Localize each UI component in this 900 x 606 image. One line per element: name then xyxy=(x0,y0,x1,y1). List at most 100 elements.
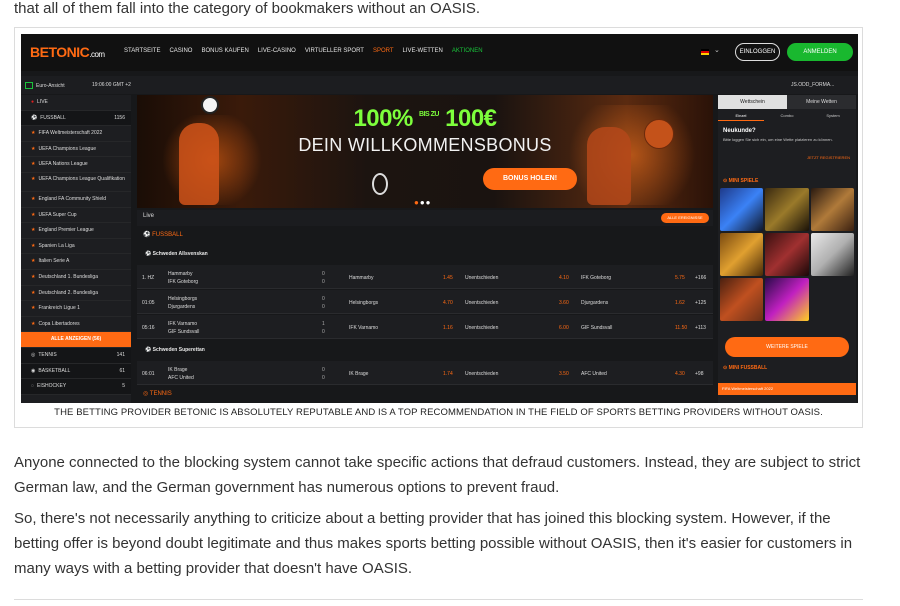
odds-button[interactable]: 1.45 xyxy=(443,275,453,281)
odds-format-select[interactable]: JS.ODD_FORMA... xyxy=(791,82,834,88)
betslip-panel: Wettschein Meine Wetten Einzel Combo Sys… xyxy=(718,95,856,403)
star-icon: ★ xyxy=(31,227,36,234)
new-customer-title: Neukunde? xyxy=(723,128,756,134)
sidebar-item-eishockey[interactable]: ◌ EISHOCKEY 5 xyxy=(21,379,131,395)
game-tile[interactable] xyxy=(765,233,809,276)
game-tile[interactable] xyxy=(810,278,854,321)
odds-button[interactable]: 1.62 xyxy=(675,300,685,306)
tab-einzel[interactable]: Einzel xyxy=(718,111,764,121)
more-games-button[interactable]: WEITERE SPIELE xyxy=(725,337,849,357)
game-tile[interactable] xyxy=(720,188,764,231)
sidebar-item-live[interactable]: ● LIVE xyxy=(21,95,131,111)
german-flag-icon[interactable] xyxy=(701,49,709,55)
section-fussball: ⚽ FUSSBALL xyxy=(143,232,183,238)
odds-button[interactable]: 5.75 xyxy=(675,275,685,281)
nav-virtueller-sport[interactable]: VIRTUELLER SPORT xyxy=(305,48,364,54)
more-markets[interactable]: +113 xyxy=(695,325,706,331)
clock: 19:06:00 GMT +2 xyxy=(92,82,131,88)
match-row[interactable]: 01:05 Helsingborgs Djurgardens 00 Helsing… xyxy=(137,290,713,314)
divider xyxy=(14,599,863,600)
nav-casino[interactable]: CASINO xyxy=(169,48,192,54)
intro-line: that all of them fall into the category … xyxy=(14,0,481,17)
mini-football-heading: ⊙ MINI FUSSBALL xyxy=(723,365,768,371)
register-button[interactable]: ANMELDEN xyxy=(787,43,853,61)
tab-system[interactable]: System xyxy=(810,111,856,121)
sidebar-item-league[interactable]: ★ Deutschland 1. Bundesliga xyxy=(21,270,131,286)
nav-bonus-kaufen[interactable]: BONUS KAUFEN xyxy=(201,48,248,54)
welcome-bonus-banner[interactable]: 100% BIS ZU 100€ DEIN WILLKOMMENSBONUS B… xyxy=(137,95,713,208)
sidebar-item-league[interactable]: ★ UEFA Champions League xyxy=(21,142,131,158)
sidebar-item-basketball[interactable]: ◉ BASKETBALL 61 xyxy=(21,363,131,380)
all-events-button[interactable]: ALLE EREIGNISSE xyxy=(661,213,709,223)
sidebar-item-tennis[interactable]: ◎ TENNIS 141 xyxy=(21,347,131,364)
top-navigation: BETONIC.com STARTSEITE CASINO BONUS KAUF… xyxy=(21,34,858,71)
nav-startseite[interactable]: STARTSEITE xyxy=(124,48,160,54)
hockey-icon: ◌ xyxy=(31,383,34,390)
wm-bar[interactable]: FIFA Weltmeisterschaft 2022 xyxy=(718,383,856,395)
game-tile[interactable] xyxy=(720,233,764,276)
sidebar-item-league[interactable]: ★ Deutschland 2. Bundesliga xyxy=(21,286,131,302)
show-all-button[interactable]: ALLE ANZEIGEN (56) xyxy=(21,332,131,348)
star-icon: ★ xyxy=(31,320,36,327)
sidebar-item-league[interactable]: ★ Copa Libertadores xyxy=(21,317,131,333)
nav-live-wetten[interactable]: LIVE-WETTEN xyxy=(403,48,443,54)
register-now-link[interactable]: JETZT REGISTRIEREN xyxy=(807,155,850,160)
game-tile[interactable] xyxy=(765,188,809,231)
tab-meine-wetten[interactable]: Meine Wetten xyxy=(787,95,856,109)
bonus-holen-button[interactable]: BONUS HOLEN! xyxy=(483,168,577,190)
league-header[interactable]: ⚽ Schweden Superettan xyxy=(137,342,713,358)
sidebar-item-league[interactable]: ★ Frankreich Ligue 1 xyxy=(21,301,131,317)
odds-button[interactable]: 1.16 xyxy=(443,325,453,331)
tennis-icon: ◎ xyxy=(31,351,36,358)
more-markets[interactable]: +125 xyxy=(695,300,706,306)
nav-aktionen[interactable]: AKTIONEN xyxy=(452,48,483,54)
section-tennis: ◎ TENNIS xyxy=(143,391,172,397)
tab-combo[interactable]: Combo xyxy=(764,111,810,121)
odds-button[interactable]: 4.70 xyxy=(443,300,453,306)
game-tile[interactable] xyxy=(765,278,809,321)
odds-button[interactable]: 3.50 xyxy=(559,371,569,377)
star-icon: ★ xyxy=(31,242,36,249)
betonic-screenshot: BETONIC.com STARTSEITE CASINO BONUS KAUF… xyxy=(21,34,858,403)
nav-live-casino[interactable]: LIVE-CASINO xyxy=(258,48,296,54)
game-tile[interactable] xyxy=(810,188,854,231)
odds-button[interactable]: 3.60 xyxy=(559,300,569,306)
sidebar-item-league[interactable]: ★ UEFA Super Cup xyxy=(21,208,131,224)
sidebar-item-league[interactable]: ★ England FA Community Shield xyxy=(21,192,131,208)
star-icon: ★ xyxy=(31,145,36,152)
login-button[interactable]: EINLOGGEN xyxy=(735,43,780,61)
live-label: Live xyxy=(143,213,155,219)
match-row[interactable]: 06:01 IK Brage AFC United 00 IK Brage 1.74… xyxy=(137,361,713,385)
odds-button[interactable]: 6.00 xyxy=(559,325,569,331)
game-tile[interactable] xyxy=(810,233,854,276)
match-row[interactable]: 05:16 IFK Varnamo GIF Sundsvall 10 IFK Va… xyxy=(137,315,713,339)
sidebar-item-league[interactable]: ★ UEFA Nations League xyxy=(21,157,131,173)
match-row[interactable]: 1. HZ Hammarby IFK Goteborg 00 Hammarby 1.… xyxy=(137,265,713,289)
site-logo[interactable]: BETONIC.com xyxy=(30,44,105,60)
sidebar-item-fussball[interactable]: ⚽ FUSSBALL 1156 xyxy=(21,110,131,127)
odds-button[interactable]: 1.74 xyxy=(443,371,453,377)
football-icon: ⚽ xyxy=(31,114,38,121)
view-select[interactable]: Euro-Ansicht xyxy=(25,82,65,89)
odds-button[interactable]: 4.30 xyxy=(675,371,685,377)
chevron-down-icon[interactable]: ⌄ xyxy=(714,46,720,54)
star-icon: ★ xyxy=(31,289,36,296)
sidebar-item-league[interactable]: ★ Italien Serie A xyxy=(21,254,131,270)
odds-button[interactable]: 11.50 xyxy=(675,325,687,331)
tab-wettschein[interactable]: Wettschein xyxy=(718,95,787,109)
sidebar-item-league[interactable]: ★ England Premier League xyxy=(21,223,131,239)
league-header[interactable]: ⚽ Schweden Allsvenskan xyxy=(137,246,713,262)
bonus-headline: 100% BIS ZU 100€ xyxy=(353,105,497,132)
sidebar-item-league[interactable]: ★ UEFA Champions League Qualifikation xyxy=(21,173,131,192)
star-icon: ★ xyxy=(31,130,36,137)
star-icon: ★ xyxy=(31,305,36,312)
sidebar-item-league[interactable]: ★ FIFA Weltmeisterschaft 2022 xyxy=(21,126,131,142)
odds-button[interactable]: 4.10 xyxy=(559,275,569,281)
game-tile[interactable] xyxy=(720,278,764,321)
nav-sport[interactable]: SPORT xyxy=(373,48,394,54)
sidebar-item-league[interactable]: ★ Spanien La Liga xyxy=(21,239,131,255)
more-markets[interactable]: +166 xyxy=(695,275,706,281)
basketball-icon: ◉ xyxy=(31,367,36,374)
carousel-dots[interactable]: ●●● xyxy=(414,198,432,207)
more-markets[interactable]: +98 xyxy=(695,371,703,377)
